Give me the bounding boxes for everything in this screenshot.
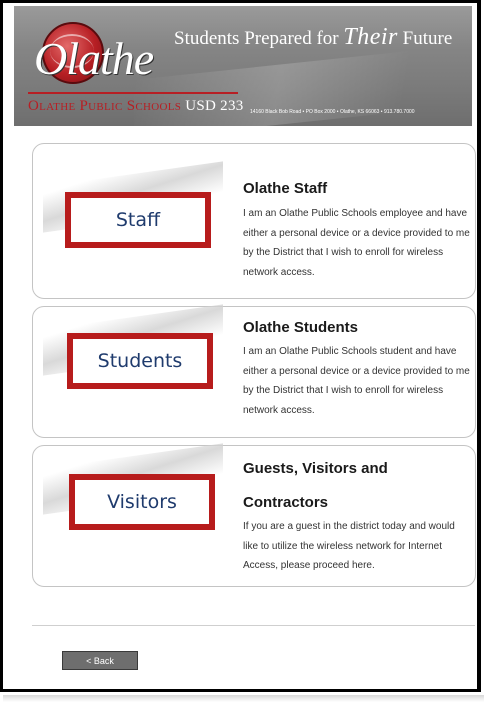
visitors-button[interactable]: Visitors	[69, 474, 215, 530]
staff-button-area: Staff	[39, 152, 229, 262]
staff-button[interactable]: Staff	[65, 192, 211, 248]
district-address: 14160 Black Bob Road • PO Box 2000 • Ola…	[250, 109, 415, 115]
option-title: Guests, Visitors and	[243, 460, 388, 477]
district-name-main: Olathe Public Schools	[28, 98, 182, 114]
option-card-students: Students Olathe Students I am an Olathe …	[32, 304, 476, 438]
logo-rule	[28, 92, 238, 94]
option-title-line2: Contractors	[243, 494, 329, 511]
page-shadow	[3, 695, 484, 702]
option-card-visitors: Visitors Guests, Visitors and Contractor…	[32, 443, 476, 587]
back-button[interactable]: < Back	[62, 651, 138, 670]
tagline-script: Their	[343, 24, 398, 50]
students-button-area: Students	[39, 304, 229, 425]
students-button[interactable]: Students	[67, 333, 213, 389]
option-title: Olathe Students	[243, 319, 359, 336]
district-header: Olathe Olathe Public Schools USD 233 Stu…	[14, 6, 472, 126]
tagline-prefix: Students Prepared for	[174, 28, 344, 49]
option-description: I am an Olathe Public Schools employee a…	[243, 208, 470, 278]
visitors-button-area: Visitors	[39, 443, 229, 564]
option-card-staff: Staff Olathe Staff I am an Olathe Public…	[32, 143, 476, 299]
district-name: Olathe Public Schools USD 233	[28, 98, 244, 115]
option-description: If you are a guest in the district today…	[243, 521, 455, 571]
tagline-suffix: Future	[397, 28, 453, 49]
district-logo-script: Olathe	[34, 33, 154, 84]
district-number: USD 233	[181, 98, 244, 114]
option-title: Olathe Staff	[243, 180, 328, 197]
footer-divider	[32, 625, 475, 626]
option-description: I am an Olathe Public Schools student an…	[243, 346, 470, 416]
tagline: Students Prepared for Their Future	[174, 24, 452, 51]
